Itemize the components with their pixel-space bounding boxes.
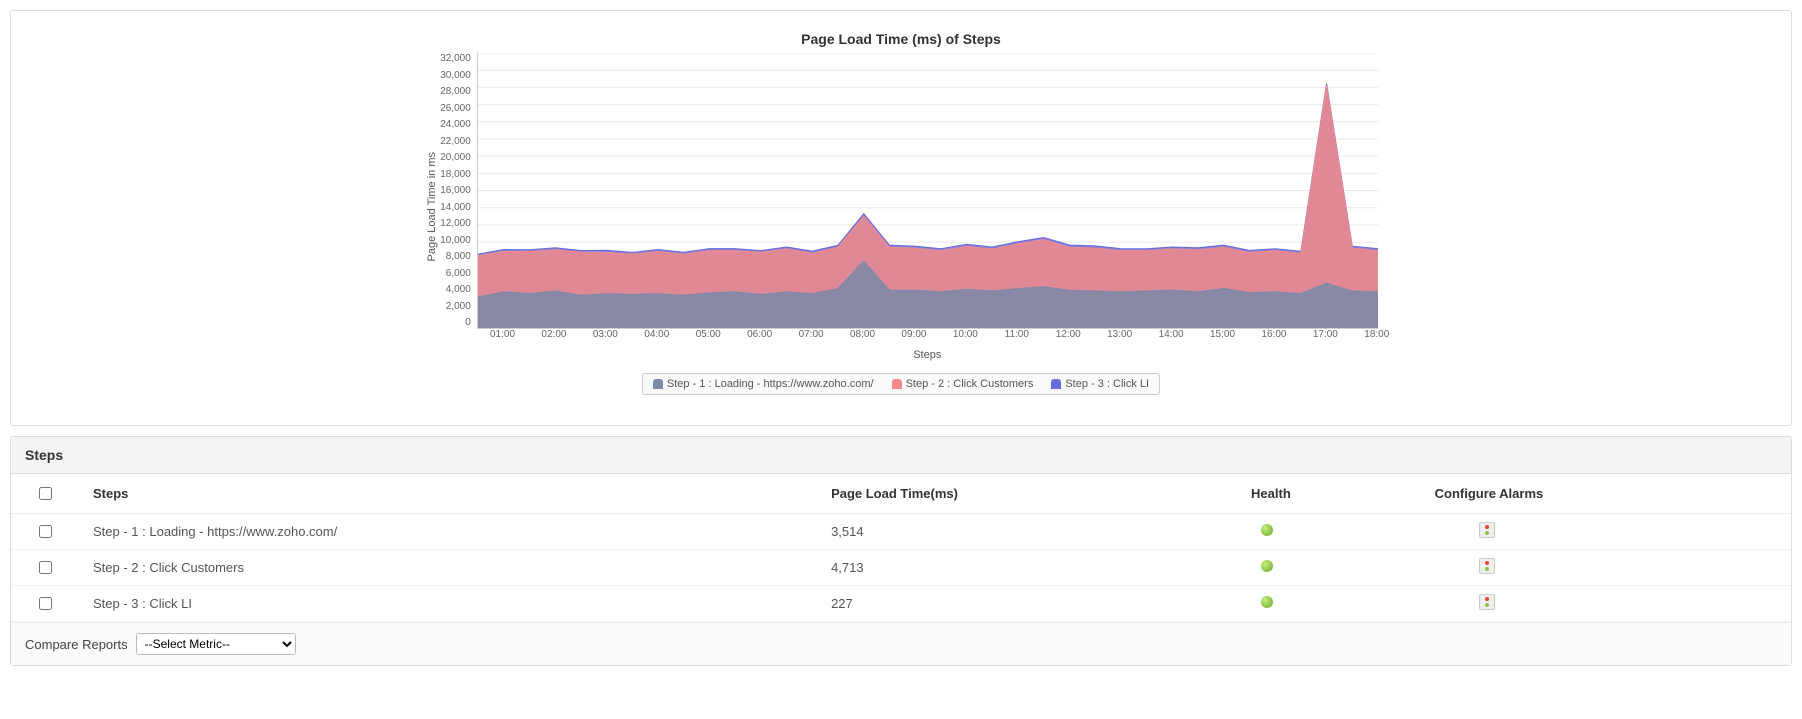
load-time: 227: [817, 586, 1237, 622]
load-time: 4,713: [817, 550, 1237, 586]
legend-item[interactable]: Step - 1 : Loading - https://www.zoho.co…: [653, 378, 874, 390]
configure-alarm-icon[interactable]: [1479, 558, 1495, 574]
configure-alarm-icon[interactable]: [1479, 522, 1495, 538]
select-all-checkbox[interactable]: [39, 487, 52, 500]
steps-col-3: Health: [1237, 474, 1421, 514]
row-checkbox[interactable]: [39, 561, 52, 574]
x-axis-label: Steps: [477, 349, 1378, 361]
steps-col-1: Steps: [79, 474, 817, 514]
steps-table-header: StepsPage Load Time(ms)HealthConfigure A…: [11, 474, 1791, 514]
steps-table: StepsPage Load Time(ms)HealthConfigure A…: [11, 474, 1791, 622]
configure-alarm-icon[interactable]: [1479, 594, 1495, 610]
steps-section-title: Steps: [11, 437, 1791, 474]
chart-panel: Page Load Time (ms) of Steps Page Load T…: [10, 10, 1792, 426]
compare-reports-label: Compare Reports: [25, 637, 128, 652]
row-checkbox[interactable]: [39, 597, 52, 610]
area-chart-svg: [478, 53, 1378, 328]
steps-section: Steps StepsPage Load Time(ms)HealthConfi…: [10, 436, 1792, 666]
table-row: Step - 3 : Click LI227: [11, 586, 1791, 622]
y-axis-label: Page Load Time in ms: [424, 152, 440, 261]
legend-item[interactable]: Step - 3 : Click LI: [1051, 378, 1149, 390]
chart-title: Page Load Time (ms) of Steps: [31, 31, 1771, 47]
step-name: Step - 1 : Loading - https://www.zoho.co…: [79, 514, 817, 550]
chart-plot-area[interactable]: [477, 53, 1378, 329]
step-name: Step - 3 : Click LI: [79, 586, 817, 622]
chart-legend: Step - 1 : Loading - https://www.zoho.co…: [642, 373, 1160, 395]
health-dot-icon: [1261, 596, 1273, 608]
load-time: 3,514: [817, 514, 1237, 550]
step-name: Step - 2 : Click Customers: [79, 550, 817, 586]
compare-metric-select[interactable]: --Select Metric--: [136, 633, 296, 655]
y-axis-ticks: 32,00030,00028,00026,00024,00022,00020,0…: [440, 53, 477, 328]
table-row: Step - 2 : Click Customers4,713: [11, 550, 1791, 586]
row-checkbox[interactable]: [39, 525, 52, 538]
health-dot-icon: [1261, 560, 1273, 572]
health-dot-icon: [1261, 524, 1273, 536]
steps-col-0: [11, 474, 79, 514]
table-row: Step - 1 : Loading - https://www.zoho.co…: [11, 514, 1791, 550]
steps-col-4: Configure Alarms: [1421, 474, 1791, 514]
steps-col-2: Page Load Time(ms): [817, 474, 1237, 514]
legend-item[interactable]: Step - 2 : Click Customers: [892, 378, 1034, 390]
x-axis-ticks: 01:0002:0003:0004:0005:0006:0007:0008:00…: [477, 329, 1377, 343]
compare-reports-row: Compare Reports --Select Metric--: [11, 622, 1791, 665]
